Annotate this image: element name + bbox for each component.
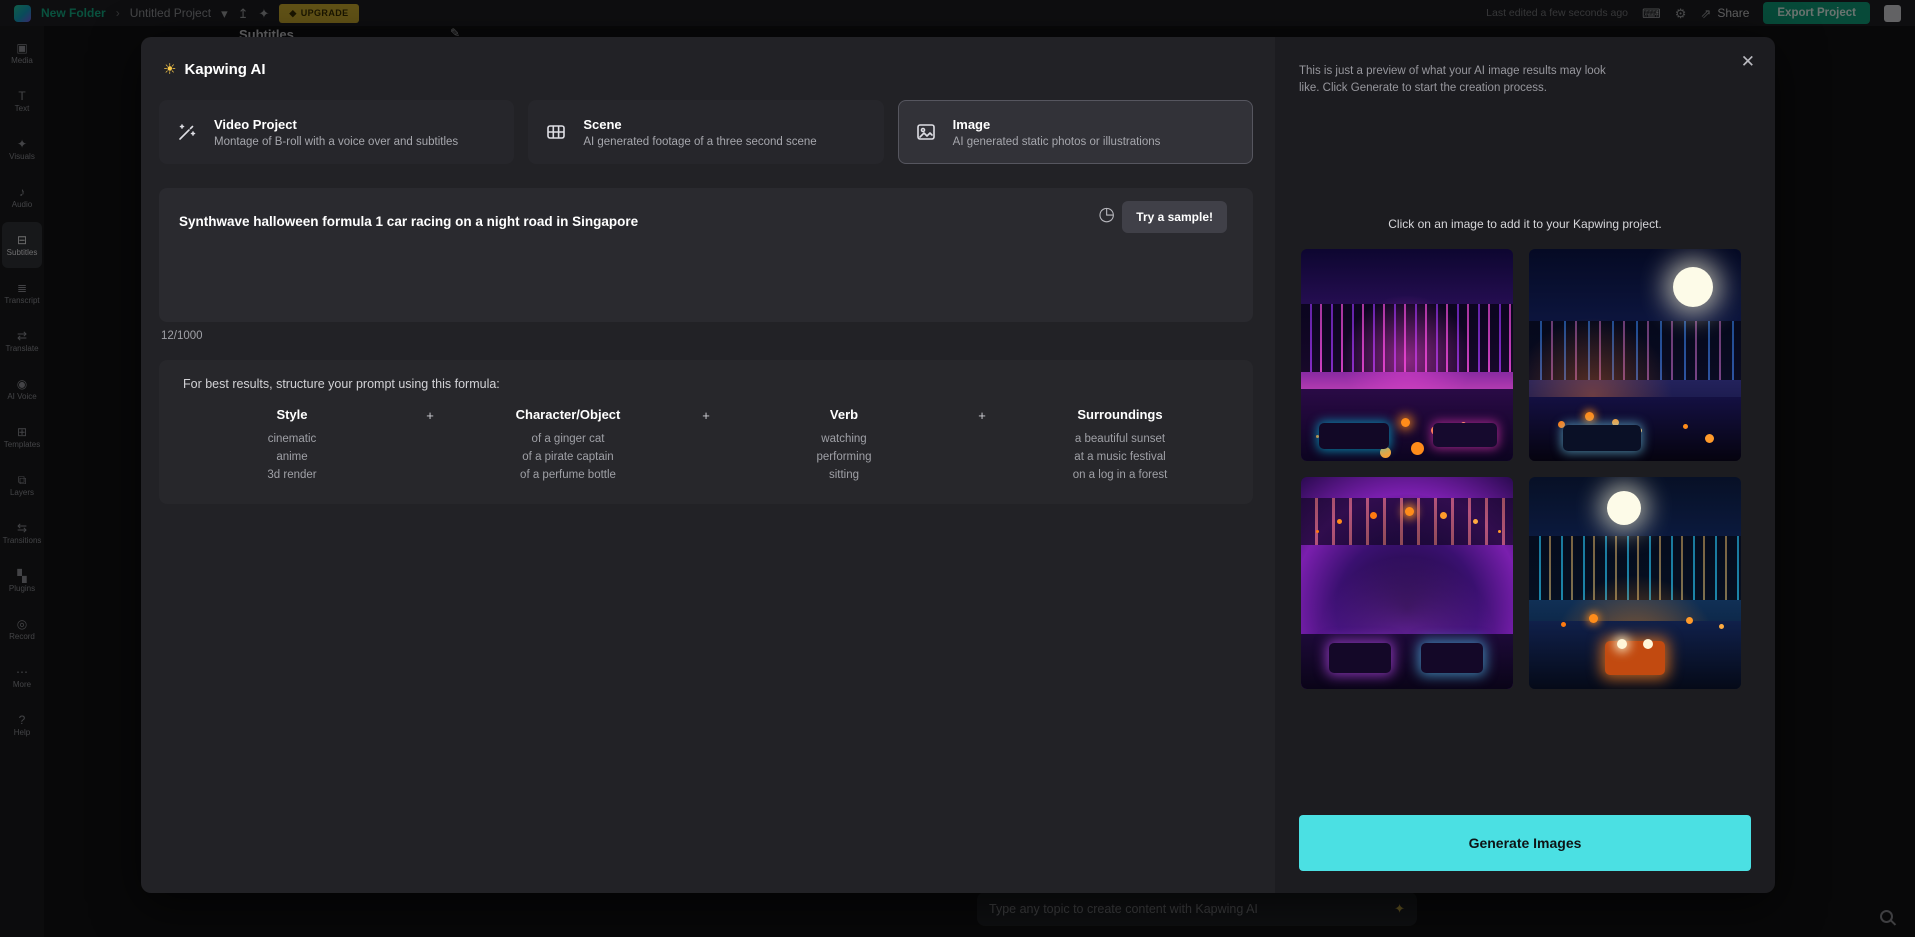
formula-example: on a log in a forest	[1072, 468, 1168, 481]
mode-tab-row: Video Project Montage of B-roll with a v…	[159, 100, 1253, 164]
formula-helper-box: For best results, structure your prompt …	[159, 360, 1253, 504]
formula-example: of a ginger cat	[531, 433, 605, 445]
art-layer	[1563, 425, 1641, 451]
formula-example: performing	[816, 450, 872, 463]
art-layer	[1401, 418, 1410, 427]
tab-label: Image	[952, 116, 991, 132]
art-layer	[1421, 643, 1483, 673]
preview-instruction: Click on an image to add it to your Kapw…	[1388, 217, 1662, 231]
generate-images-button[interactable]: Generate Images	[1299, 815, 1751, 871]
formula-example: anime	[276, 450, 308, 463]
formula-header: Style	[276, 407, 308, 422]
tab-video-project[interactable]: Video Project Montage of B-roll with a v…	[159, 100, 515, 164]
art-layer	[1319, 423, 1389, 449]
tab-texts: Image AI generated static photos or illu…	[953, 117, 1161, 148]
plus-separator: +	[426, 408, 434, 423]
formula-col-character: Character/Object of a ginger cat of a pi…	[493, 407, 643, 484]
tab-label: Scene	[583, 116, 622, 132]
plus-separator: +	[978, 408, 986, 423]
tab-description: AI generated static photos or illustrati…	[952, 135, 1161, 148]
art-layer	[1329, 643, 1391, 673]
formula-example: cinematic	[267, 433, 317, 445]
modal-main-pane: ☀ Kapwing AI Video Project Montage of B-…	[141, 37, 1275, 893]
preview-image-4[interactable]	[1529, 477, 1741, 689]
wand-icon	[176, 121, 200, 143]
modal-title: Kapwing AI	[184, 61, 266, 78]
art-layer	[1589, 614, 1598, 623]
tab-texts: Scene AI generated footage of a three se…	[583, 117, 816, 148]
kapwing-ai-modal: ☀ Kapwing AI Video Project Montage of B-…	[141, 37, 1775, 893]
tab-scene[interactable]: Scene AI generated footage of a three se…	[528, 100, 884, 164]
app-root: New Folder › Untitled Project ▾ ↥ ✦ ◆ UP…	[0, 0, 1915, 937]
formula-example: of a pirate captain	[522, 450, 614, 463]
art-layer	[1433, 423, 1497, 447]
tab-description: Montage of B-roll with a voice over and …	[214, 135, 459, 148]
preview-image-3[interactable]	[1301, 477, 1513, 689]
formula-example: watching	[821, 433, 867, 445]
preview-image-2[interactable]	[1529, 249, 1741, 461]
formula-col-surroundings: Surroundings a beautiful sunset at a mus…	[1045, 407, 1195, 484]
char-count: 12/1000	[161, 330, 203, 342]
tab-description: AI generated footage of a three second s…	[583, 135, 817, 148]
preview-image-grid	[1301, 249, 1741, 689]
prompt-history-clock-icon[interactable]: ◷	[1098, 205, 1115, 224]
formula-intro: For best results, structure your prompt …	[183, 377, 500, 391]
art-layer	[1605, 641, 1665, 675]
modal-title-row: ☀ Kapwing AI	[163, 61, 1253, 78]
preview-note: This is just a preview of what your AI i…	[1299, 65, 1606, 95]
preview-image-1[interactable]	[1301, 249, 1513, 461]
tab-image[interactable]: Image AI generated static photos or illu…	[897, 100, 1253, 164]
formula-example: sitting	[828, 468, 860, 481]
tab-label: Video Project	[214, 116, 297, 132]
formula-col-verb: Verb watching performing sitting	[769, 407, 919, 484]
sun-icon: ☀	[163, 61, 177, 78]
formula-header: Surroundings	[1077, 407, 1163, 422]
art-layer	[1607, 491, 1641, 525]
try-sample-button[interactable]: Try a sample!	[1122, 201, 1227, 233]
formula-header: Verb	[829, 407, 859, 422]
art-layer	[1405, 507, 1414, 516]
formula-example: of a perfume bottle	[520, 468, 616, 481]
formula-header: Character/Object	[515, 407, 621, 422]
formula-example: at a music festival	[1074, 450, 1166, 463]
prompt-textarea[interactable]: Synthwave halloween formula 1 car racing…	[159, 188, 1253, 322]
art-layer	[1673, 267, 1713, 307]
formula-example: 3d render	[267, 468, 317, 481]
formula-row: Style cinematic anime 3d render + Charac…	[183, 407, 1229, 484]
art-layer	[1585, 412, 1594, 421]
prompt-box: Synthwave halloween formula 1 car racing…	[159, 188, 1253, 322]
formula-col-style: Style cinematic anime 3d render	[217, 407, 367, 484]
art-layer	[1617, 639, 1627, 649]
preview-pane: This is just a preview of what your AI i…	[1275, 37, 1775, 893]
tab-texts: Video Project Montage of B-roll with a v…	[214, 117, 458, 148]
film-frame-icon	[545, 121, 569, 143]
plus-separator: +	[702, 408, 710, 423]
image-icon	[915, 121, 939, 143]
close-icon[interactable]: ✕	[1741, 53, 1755, 70]
formula-example: a beautiful sunset	[1074, 433, 1166, 445]
